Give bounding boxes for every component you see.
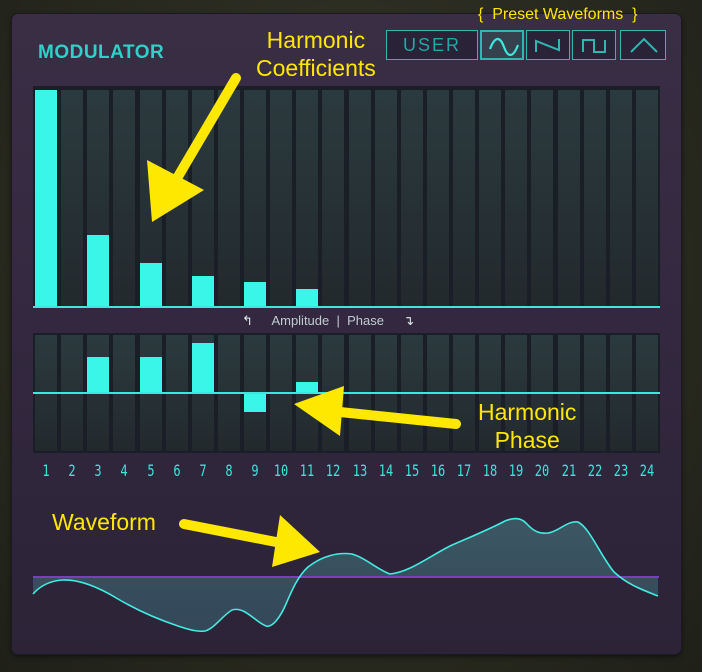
phase-annotation: Harmonic Phase xyxy=(478,399,577,453)
phase-arrow xyxy=(294,386,461,436)
waveform-annotation: Waveform xyxy=(52,509,156,535)
coefficients-arrow xyxy=(147,73,241,222)
waveform-arrow xyxy=(179,515,320,567)
coefficients-annotation: Harmonic Coefficients xyxy=(256,27,376,81)
waveform-display xyxy=(32,73,659,633)
